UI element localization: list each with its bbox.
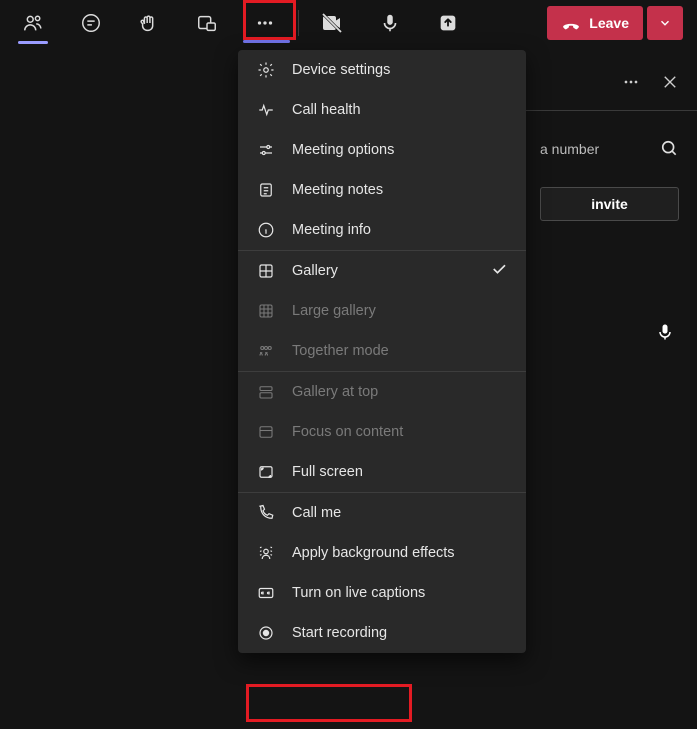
menu-label: Large gallery: [292, 303, 376, 319]
fullscreen-icon: [256, 462, 276, 482]
health-icon: [256, 100, 276, 120]
panel-divider: [522, 110, 697, 111]
sliders-icon: [256, 140, 276, 160]
share-button[interactable]: [419, 0, 477, 46]
leave-label: Leave: [589, 15, 629, 31]
menu-meeting-options[interactable]: Meeting options: [238, 130, 526, 170]
menu-background-effects[interactable]: Apply background effects: [238, 533, 526, 573]
menu-label: Focus on content: [292, 424, 403, 440]
record-icon: [256, 623, 276, 643]
share-invite-button[interactable]: invite: [540, 187, 679, 221]
mic-button[interactable]: [361, 0, 419, 46]
toolbar-separator: [298, 10, 299, 36]
rooms-icon: [196, 12, 218, 34]
menu-gallery[interactable]: Gallery: [238, 251, 526, 291]
together-icon: [256, 341, 276, 361]
panel-close-button[interactable]: [661, 73, 679, 96]
chat-button[interactable]: [62, 0, 120, 46]
menu-together-mode: Together mode: [238, 331, 526, 371]
mic-icon: [379, 12, 401, 34]
menu-label: Turn on live captions: [292, 585, 425, 601]
mic-icon: [655, 322, 675, 342]
search-button[interactable]: [659, 138, 679, 161]
menu-call-me[interactable]: Call me: [238, 493, 526, 533]
gallery-top-icon: [256, 382, 276, 402]
gear-icon: [256, 60, 276, 80]
focus-icon: [256, 422, 276, 442]
rooms-button[interactable]: [178, 0, 236, 46]
share-icon: [437, 12, 459, 34]
menu-meeting-notes[interactable]: Meeting notes: [238, 170, 526, 210]
menu-start-recording[interactable]: Start recording: [238, 613, 526, 653]
menu-full-screen[interactable]: Full screen: [238, 452, 526, 492]
camera-button[interactable]: [303, 0, 361, 46]
menu-label: Device settings: [292, 62, 390, 78]
people-icon: [22, 12, 44, 34]
leave-button[interactable]: Leave: [547, 6, 643, 40]
menu-label: Start recording: [292, 625, 387, 641]
menu-live-captions[interactable]: Turn on live captions: [238, 573, 526, 613]
menu-label: Apply background effects: [292, 545, 455, 561]
close-icon: [661, 73, 679, 91]
reactions-button[interactable]: [120, 0, 178, 46]
chevron-down-icon: [658, 16, 672, 30]
camera-off-icon: [320, 11, 344, 35]
hand-icon: [138, 12, 160, 34]
check-icon: [490, 260, 508, 282]
mic-indicator[interactable]: [655, 322, 675, 347]
menu-device-settings[interactable]: Device settings: [238, 50, 526, 90]
leave-more-button[interactable]: [647, 6, 683, 40]
menu-large-gallery: Large gallery: [238, 291, 526, 331]
highlight-start-recording: [246, 684, 412, 722]
menu-meeting-info[interactable]: Meeting info: [238, 210, 526, 250]
hangup-icon: [561, 13, 581, 33]
menu-focus-content: Focus on content: [238, 412, 526, 452]
more-icon: [254, 12, 276, 34]
phone-icon: [256, 503, 276, 523]
more-underline: [243, 40, 290, 43]
menu-label: Together mode: [292, 343, 389, 359]
participants-button[interactable]: [4, 0, 62, 46]
large-gallery-icon: [256, 301, 276, 321]
menu-label: Meeting options: [292, 142, 394, 158]
more-icon: [621, 72, 641, 92]
leave-group: Leave: [547, 6, 693, 40]
notes-icon: [256, 180, 276, 200]
share-invite-label: invite: [591, 196, 628, 212]
chat-icon: [80, 12, 102, 34]
more-actions-menu: Device settings Call health Meeting opti…: [238, 50, 526, 653]
search-icon: [659, 138, 679, 158]
menu-label: Call me: [292, 505, 341, 521]
menu-label: Gallery: [292, 263, 338, 279]
captions-icon: [256, 583, 276, 603]
panel-more-button[interactable]: [621, 72, 641, 97]
participants-panel: a number invite: [522, 58, 697, 221]
menu-label: Call health: [292, 102, 361, 118]
menu-label: Full screen: [292, 464, 363, 480]
gallery-icon: [256, 261, 276, 281]
menu-call-health[interactable]: Call health: [238, 90, 526, 130]
search-placeholder[interactable]: a number: [540, 141, 649, 157]
menu-label: Meeting info: [292, 222, 371, 238]
menu-label: Meeting notes: [292, 182, 383, 198]
info-icon: [256, 220, 276, 240]
menu-gallery-at-top: Gallery at top: [238, 372, 526, 412]
menu-label: Gallery at top: [292, 384, 378, 400]
background-icon: [256, 543, 276, 563]
call-toolbar: Leave: [0, 0, 697, 46]
